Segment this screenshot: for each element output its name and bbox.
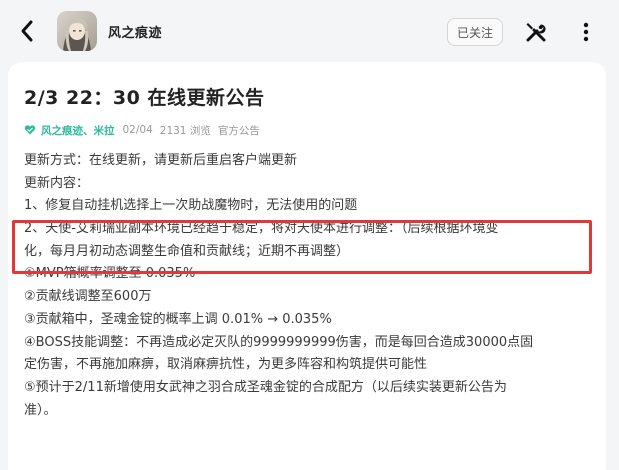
post-tags[interactable]: 风之痕迹、米拉	[41, 123, 115, 138]
wrench-screwdriver-icon	[526, 23, 546, 42]
body-line: ⑤预计于2/11新增使用女武神之羽合成圣魂金锭的合成配方（以后续实装更新公告为	[24, 379, 507, 395]
post-body: 更新方式：在线更新，请更新后重启客户端更新 更新内容： 1、修复自动挂机选择上一…	[24, 150, 594, 422]
post-category[interactable]: 官方公告	[218, 123, 260, 138]
avatar[interactable]	[57, 11, 97, 51]
body-line: ①MVP箱概率调整至 0.035%	[24, 266, 196, 282]
body-line: 更新内容：	[24, 175, 90, 191]
more-vertical-icon	[583, 22, 589, 42]
body-line: ③贡献箱中，圣魂金锭的概率上调 0.01% → 0.035%	[24, 311, 332, 327]
body-line: 化，每月月初动态调整生命值和贡献线；近期不再调整）	[24, 243, 350, 259]
post-title: 2/3 22：30 在线更新公告	[24, 87, 265, 109]
body-line: 准）。	[24, 402, 57, 418]
post-date: 02/04	[122, 124, 153, 136]
post-meta: 风之痕迹、米拉 02/04 2131 浏览 官方公告	[24, 122, 260, 138]
top-bar: 风之痕迹 已关注	[0, 0, 619, 62]
body-line: 更新方式：在线更新，请更新后重启客户端更新	[24, 153, 298, 168]
follow-button[interactable]: 已关注	[447, 18, 503, 46]
chevron-left-icon	[21, 20, 33, 42]
author-name[interactable]: 风之痕迹	[108, 22, 162, 41]
post-views: 2131 浏览	[159, 124, 211, 137]
more-button[interactable]	[574, 18, 598, 46]
body-line: 2、天使-艾莉瑞亚副本环境已经趋于稳定，将对天使本进行调整：（后续根据环境变	[24, 221, 499, 237]
tools-button[interactable]	[522, 18, 550, 46]
back-button[interactable]	[14, 17, 40, 45]
heart-icon	[24, 125, 36, 135]
avatar-image	[57, 11, 97, 51]
body-line: ④BOSS技能调整：不再造成必定灭队的9999999999伤害，而是每回合造成3…	[24, 334, 534, 350]
body-line: 1、修复自动挂机选择上一次助战魔物时，无法使用的问题	[24, 198, 358, 214]
body-line: 定伤害，不再施加麻痹，取消麻痹抗性，为更多阵容和构筑提供可能性	[24, 357, 428, 373]
body-line: ②贡献线调整至600万	[24, 289, 152, 305]
